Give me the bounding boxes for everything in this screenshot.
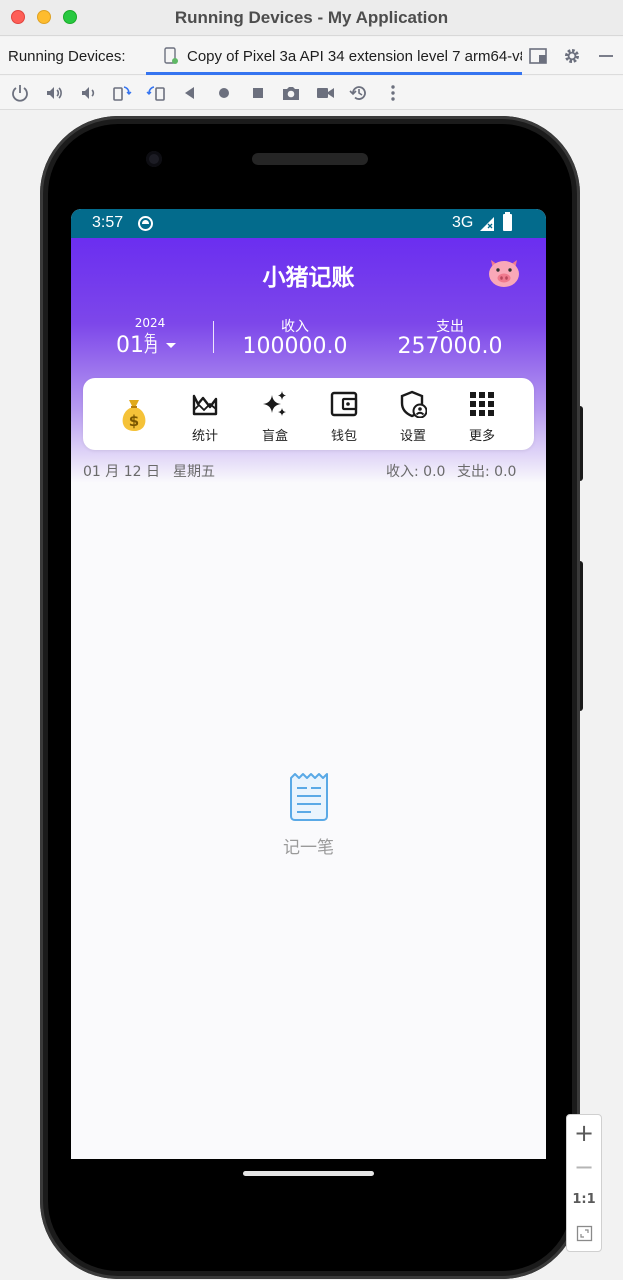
volume-down-icon[interactable] (78, 83, 98, 103)
income-label: 收入 (281, 319, 309, 335)
expense-label: 支出 (436, 319, 464, 335)
network-type: 3G (452, 214, 474, 231)
chart-icon (192, 394, 218, 416)
snapshot-icon[interactable] (349, 83, 369, 103)
rotate-left-icon[interactable] (112, 83, 132, 103)
expense-value: 257000.0 (397, 334, 503, 359)
day-summary-row: 01 月 12 日 星期五 收入: 0.0 支出: 0.0 (71, 459, 546, 481)
menu-item-label: 盲盒 (261, 429, 288, 444)
home-icon[interactable] (214, 83, 234, 103)
home-indicator[interactable] (243, 1171, 374, 1176)
overview-icon[interactable] (248, 83, 268, 103)
earpiece-speaker (252, 153, 368, 165)
screenshot-icon[interactable] (281, 83, 301, 103)
device-toolbar (0, 76, 623, 110)
day-weekday: 星期五 (173, 464, 215, 480)
rotate-right-icon[interactable] (146, 83, 166, 103)
power-icon[interactable] (10, 83, 30, 103)
income-value: 100000.0 (242, 334, 348, 359)
add-record-label[interactable]: 记一笔 (71, 833, 546, 858)
menu-item-wallet[interactable]: 钱包 (312, 378, 376, 450)
battery-icon (503, 212, 512, 231)
front-camera (146, 151, 162, 167)
window-title-bar: Running Devices - My Application (0, 0, 623, 36)
device-tab-label: Copy of Pixel 3a API 34 extension level … (187, 48, 522, 65)
receipt-icon[interactable] (287, 772, 331, 822)
summary-divider (213, 321, 214, 353)
sparkle-icon (263, 391, 286, 416)
layout-icon[interactable] (528, 46, 548, 66)
menu-item-label: 设置 (399, 429, 426, 444)
window-title: Running Devices - My Application (174, 8, 449, 27)
hide-panel-icon[interactable] (596, 46, 616, 66)
actual-size-button[interactable]: 1:1 (567, 1192, 601, 1207)
menu-item-settings[interactable]: 设置 (381, 378, 445, 450)
zoom-in-button[interactable]: + (567, 1119, 601, 1147)
wallet-icon (330, 391, 358, 417)
day-date: 01 月 12 日 (83, 464, 160, 480)
volume-up-icon[interactable] (44, 83, 64, 103)
screen-record-icon[interactable] (315, 83, 335, 103)
monthly-summary: 2024年 01月 收入 100000.0 支出 257000.0 (71, 316, 546, 376)
menu-item-label: 更多 (468, 429, 495, 444)
status-time: 3:57 (92, 214, 124, 231)
grid-icon (470, 392, 494, 416)
zoom-controls: + − 1:1 (566, 1114, 602, 1252)
month-value: 01 (116, 333, 144, 358)
month-unit: 月 (144, 338, 160, 356)
device-tab[interactable]: Copy of Pixel 3a API 34 extension level … (146, 37, 522, 75)
more-icon[interactable] (383, 83, 403, 103)
quick-menu-card: $ 统计 盲盒 钱包 设置 更多 (83, 378, 534, 450)
status-bar: 3:57 3G (71, 209, 546, 238)
day-expense: 支出: 0.0 (457, 464, 517, 480)
active-tab-indicator (146, 72, 522, 75)
menu-item-label: 统计 (191, 429, 218, 444)
menu-item-stats[interactable]: 统计 (173, 378, 237, 450)
pig-icon[interactable] (487, 257, 521, 289)
back-icon[interactable] (180, 83, 200, 103)
device-icon (164, 47, 178, 64)
menu-item-blind-box[interactable]: 盲盒 (243, 378, 307, 450)
running-devices-label: Running Devices: (8, 48, 126, 65)
gear-icon[interactable] (562, 46, 582, 66)
signal-icon (480, 217, 494, 231)
shield-user-icon (400, 390, 427, 418)
menu-item-label: 钱包 (330, 429, 357, 444)
day-income: 收入: 0.0 (386, 464, 446, 480)
notification-icon (138, 216, 153, 231)
device-tab-bar: Running Devices: Copy of Pixel 3a API 34… (0, 37, 623, 75)
chevron-down-icon[interactable] (166, 343, 176, 348)
month-selector[interactable]: 01月 (116, 333, 159, 358)
fit-screen-icon[interactable] (576, 1225, 593, 1242)
phone-screen: 3:57 3G 小猪记账 2024年 01月 收入 100000.0 支出 25… (71, 209, 546, 1159)
money-bag-icon[interactable]: $ (117, 397, 151, 433)
menu-item-more[interactable]: 更多 (450, 378, 514, 450)
svg-text:$: $ (129, 412, 139, 430)
zoom-out-button[interactable]: − (567, 1153, 601, 1181)
app-title: 小猪记账 (262, 265, 355, 291)
